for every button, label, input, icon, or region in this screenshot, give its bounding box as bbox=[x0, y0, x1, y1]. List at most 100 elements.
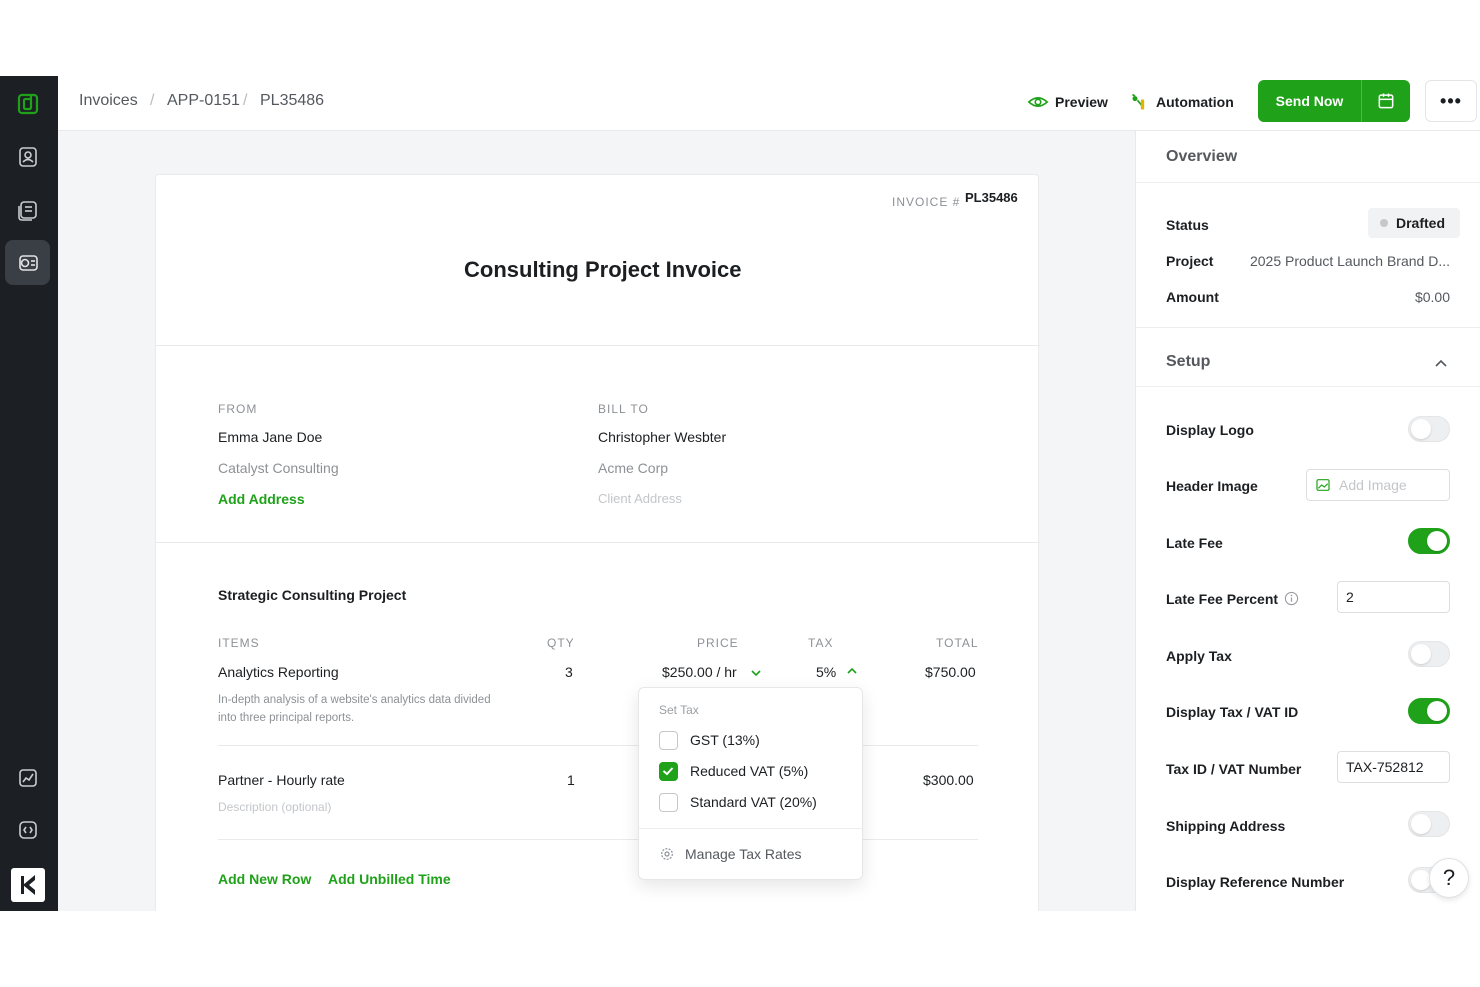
invoice-number-label: INVOICE # bbox=[892, 195, 961, 209]
top-bar: Invoices / APP-0151 / PL35486 Preview Au… bbox=[58, 76, 1480, 131]
preview-label: Preview bbox=[1055, 94, 1108, 110]
send-now-button[interactable]: Send Now bbox=[1258, 80, 1362, 122]
app-logo-icon[interactable] bbox=[5, 81, 50, 126]
standard-vat-checkbox[interactable] bbox=[659, 793, 678, 812]
shipping-address-label: Shipping Address bbox=[1166, 818, 1286, 834]
invoice-number[interactable]: PL35486 bbox=[965, 190, 1018, 205]
row-qty[interactable]: 3 bbox=[565, 664, 573, 680]
divider bbox=[639, 828, 862, 829]
automation-button[interactable]: Automation bbox=[1130, 91, 1234, 113]
send-button-group: Send Now bbox=[1258, 80, 1410, 122]
eye-icon bbox=[1027, 97, 1049, 107]
display-logo-toggle[interactable] bbox=[1408, 416, 1450, 442]
breadcrumb-app[interactable]: APP-0151 bbox=[167, 92, 240, 110]
tax-id-input[interactable]: TAX-752812 bbox=[1337, 751, 1450, 783]
preview-button[interactable]: Preview bbox=[1027, 91, 1108, 113]
column-qty: QTY bbox=[547, 636, 575, 650]
breadcrumb-invoices[interactable]: Invoices bbox=[79, 92, 138, 110]
late-fee-percent-label: Late Fee Percent bbox=[1166, 591, 1279, 607]
breadcrumb-separator: / bbox=[150, 92, 155, 109]
display-tax-id-toggle[interactable] bbox=[1408, 698, 1450, 724]
row-divider bbox=[218, 745, 978, 746]
row-item-name[interactable]: Partner - Hourly rate bbox=[218, 772, 345, 788]
apply-tax-toggle[interactable] bbox=[1408, 641, 1450, 667]
from-name[interactable]: Emma Jane Doe bbox=[218, 429, 322, 445]
automation-icon bbox=[1132, 93, 1145, 110]
column-price: PRICE bbox=[697, 636, 739, 650]
divider bbox=[1136, 386, 1480, 387]
sidebar bbox=[0, 76, 58, 911]
breadcrumb-separator: / bbox=[243, 92, 248, 109]
from-company[interactable]: Catalyst Consulting bbox=[218, 460, 339, 476]
manage-tax-rates-button[interactable]: Manage Tax Rates bbox=[659, 846, 801, 862]
bill-to-company[interactable]: Acme Corp bbox=[598, 460, 668, 476]
automation-label: Automation bbox=[1156, 94, 1234, 110]
status-value: Drafted bbox=[1396, 215, 1446, 231]
tax-dropdown-heading: Set Tax bbox=[659, 703, 699, 717]
divider bbox=[1136, 182, 1480, 183]
more-options-button[interactable]: ••• bbox=[1425, 80, 1477, 122]
gst-option-label[interactable]: GST (13%) bbox=[690, 732, 760, 748]
help-button[interactable]: ? bbox=[1429, 858, 1469, 898]
schedule-send-button[interactable] bbox=[1362, 80, 1410, 122]
settings-panel: Overview Status Drafted Project 2025 Pro… bbox=[1135, 131, 1480, 911]
invoice-title[interactable]: Consulting Project Invoice bbox=[464, 257, 741, 283]
code-icon[interactable] bbox=[5, 807, 50, 852]
contacts-icon[interactable] bbox=[5, 134, 50, 179]
checkmark-icon bbox=[662, 767, 674, 776]
row-price[interactable]: $250.00 / hr bbox=[662, 664, 737, 680]
apply-tax-label: Apply Tax bbox=[1166, 648, 1232, 664]
shipping-address-toggle[interactable] bbox=[1408, 811, 1450, 837]
row-divider bbox=[218, 839, 978, 840]
status-dot-icon bbox=[1380, 219, 1388, 227]
late-fee-toggle[interactable] bbox=[1408, 528, 1450, 554]
chevron-down-icon[interactable] bbox=[750, 667, 762, 679]
overview-heading: Overview bbox=[1166, 148, 1238, 165]
manage-tax-rates-label: Manage Tax Rates bbox=[685, 846, 802, 862]
display-reference-label: Display Reference Number bbox=[1166, 874, 1345, 890]
invoices-icon[interactable] bbox=[5, 240, 50, 285]
chevron-up-icon[interactable] bbox=[846, 665, 858, 677]
column-tax: TAX bbox=[808, 636, 834, 650]
bill-to-name[interactable]: Christopher Wesbter bbox=[598, 429, 726, 445]
chevron-up-icon[interactable] bbox=[1433, 355, 1449, 371]
add-unbilled-time-link[interactable]: Add Unbilled Time bbox=[328, 871, 451, 887]
project-title[interactable]: Strategic Consulting Project bbox=[218, 587, 406, 603]
from-label: FROM bbox=[218, 402, 258, 416]
add-address-link[interactable]: Add Address bbox=[218, 491, 305, 507]
setup-heading[interactable]: Setup bbox=[1166, 353, 1210, 371]
bill-to-label: BILL TO bbox=[598, 402, 649, 416]
row-item-description[interactable]: In-depth analysis of a website's analyti… bbox=[218, 691, 508, 727]
project-value: 2025 Product Launch Brand D... bbox=[1249, 253, 1450, 269]
reduced-vat-checkbox[interactable] bbox=[659, 762, 678, 781]
add-image-input[interactable]: Add Image bbox=[1306, 469, 1450, 501]
analytics-icon[interactable] bbox=[5, 755, 50, 800]
invoice-card: INVOICE # PL35486 Consulting Project Inv… bbox=[155, 174, 1040, 911]
row-item-description[interactable]: Description (optional) bbox=[218, 800, 331, 814]
amount-label: Amount bbox=[1166, 289, 1219, 305]
client-address-field[interactable]: Client Address bbox=[598, 491, 682, 506]
breadcrumb-invoice: PL35486 bbox=[260, 92, 325, 109]
documents-icon[interactable] bbox=[5, 187, 50, 232]
row-qty[interactable]: 1 bbox=[567, 772, 575, 788]
divider bbox=[156, 542, 1040, 543]
display-logo-label: Display Logo bbox=[1166, 422, 1254, 438]
row-item-name[interactable]: Analytics Reporting bbox=[218, 664, 339, 680]
standard-vat-option-label[interactable]: Standard VAT (20%) bbox=[690, 794, 817, 810]
row-total: $300.00 bbox=[923, 772, 974, 788]
late-fee-percent-input[interactable]: 2 bbox=[1337, 581, 1450, 613]
divider bbox=[1136, 327, 1480, 328]
display-tax-id-label: Display Tax / VAT ID bbox=[1166, 704, 1299, 720]
tax-id-label: Tax ID / VAT Number bbox=[1166, 761, 1302, 777]
divider bbox=[156, 345, 1040, 346]
column-items: ITEMS bbox=[218, 636, 260, 650]
info-icon[interactable] bbox=[1284, 591, 1299, 606]
add-new-row-link[interactable]: Add New Row bbox=[218, 871, 311, 887]
gear-icon bbox=[661, 848, 673, 860]
workspace-logo-icon[interactable] bbox=[5, 862, 50, 907]
reduced-vat-option-label[interactable]: Reduced VAT (5%) bbox=[690, 763, 808, 779]
app-window: Invoices / APP-0151 / PL35486 Preview Au… bbox=[0, 76, 1480, 911]
row-tax[interactable]: 5% bbox=[816, 664, 836, 680]
add-image-placeholder: Add Image bbox=[1339, 477, 1407, 493]
gst-checkbox[interactable] bbox=[659, 731, 678, 750]
